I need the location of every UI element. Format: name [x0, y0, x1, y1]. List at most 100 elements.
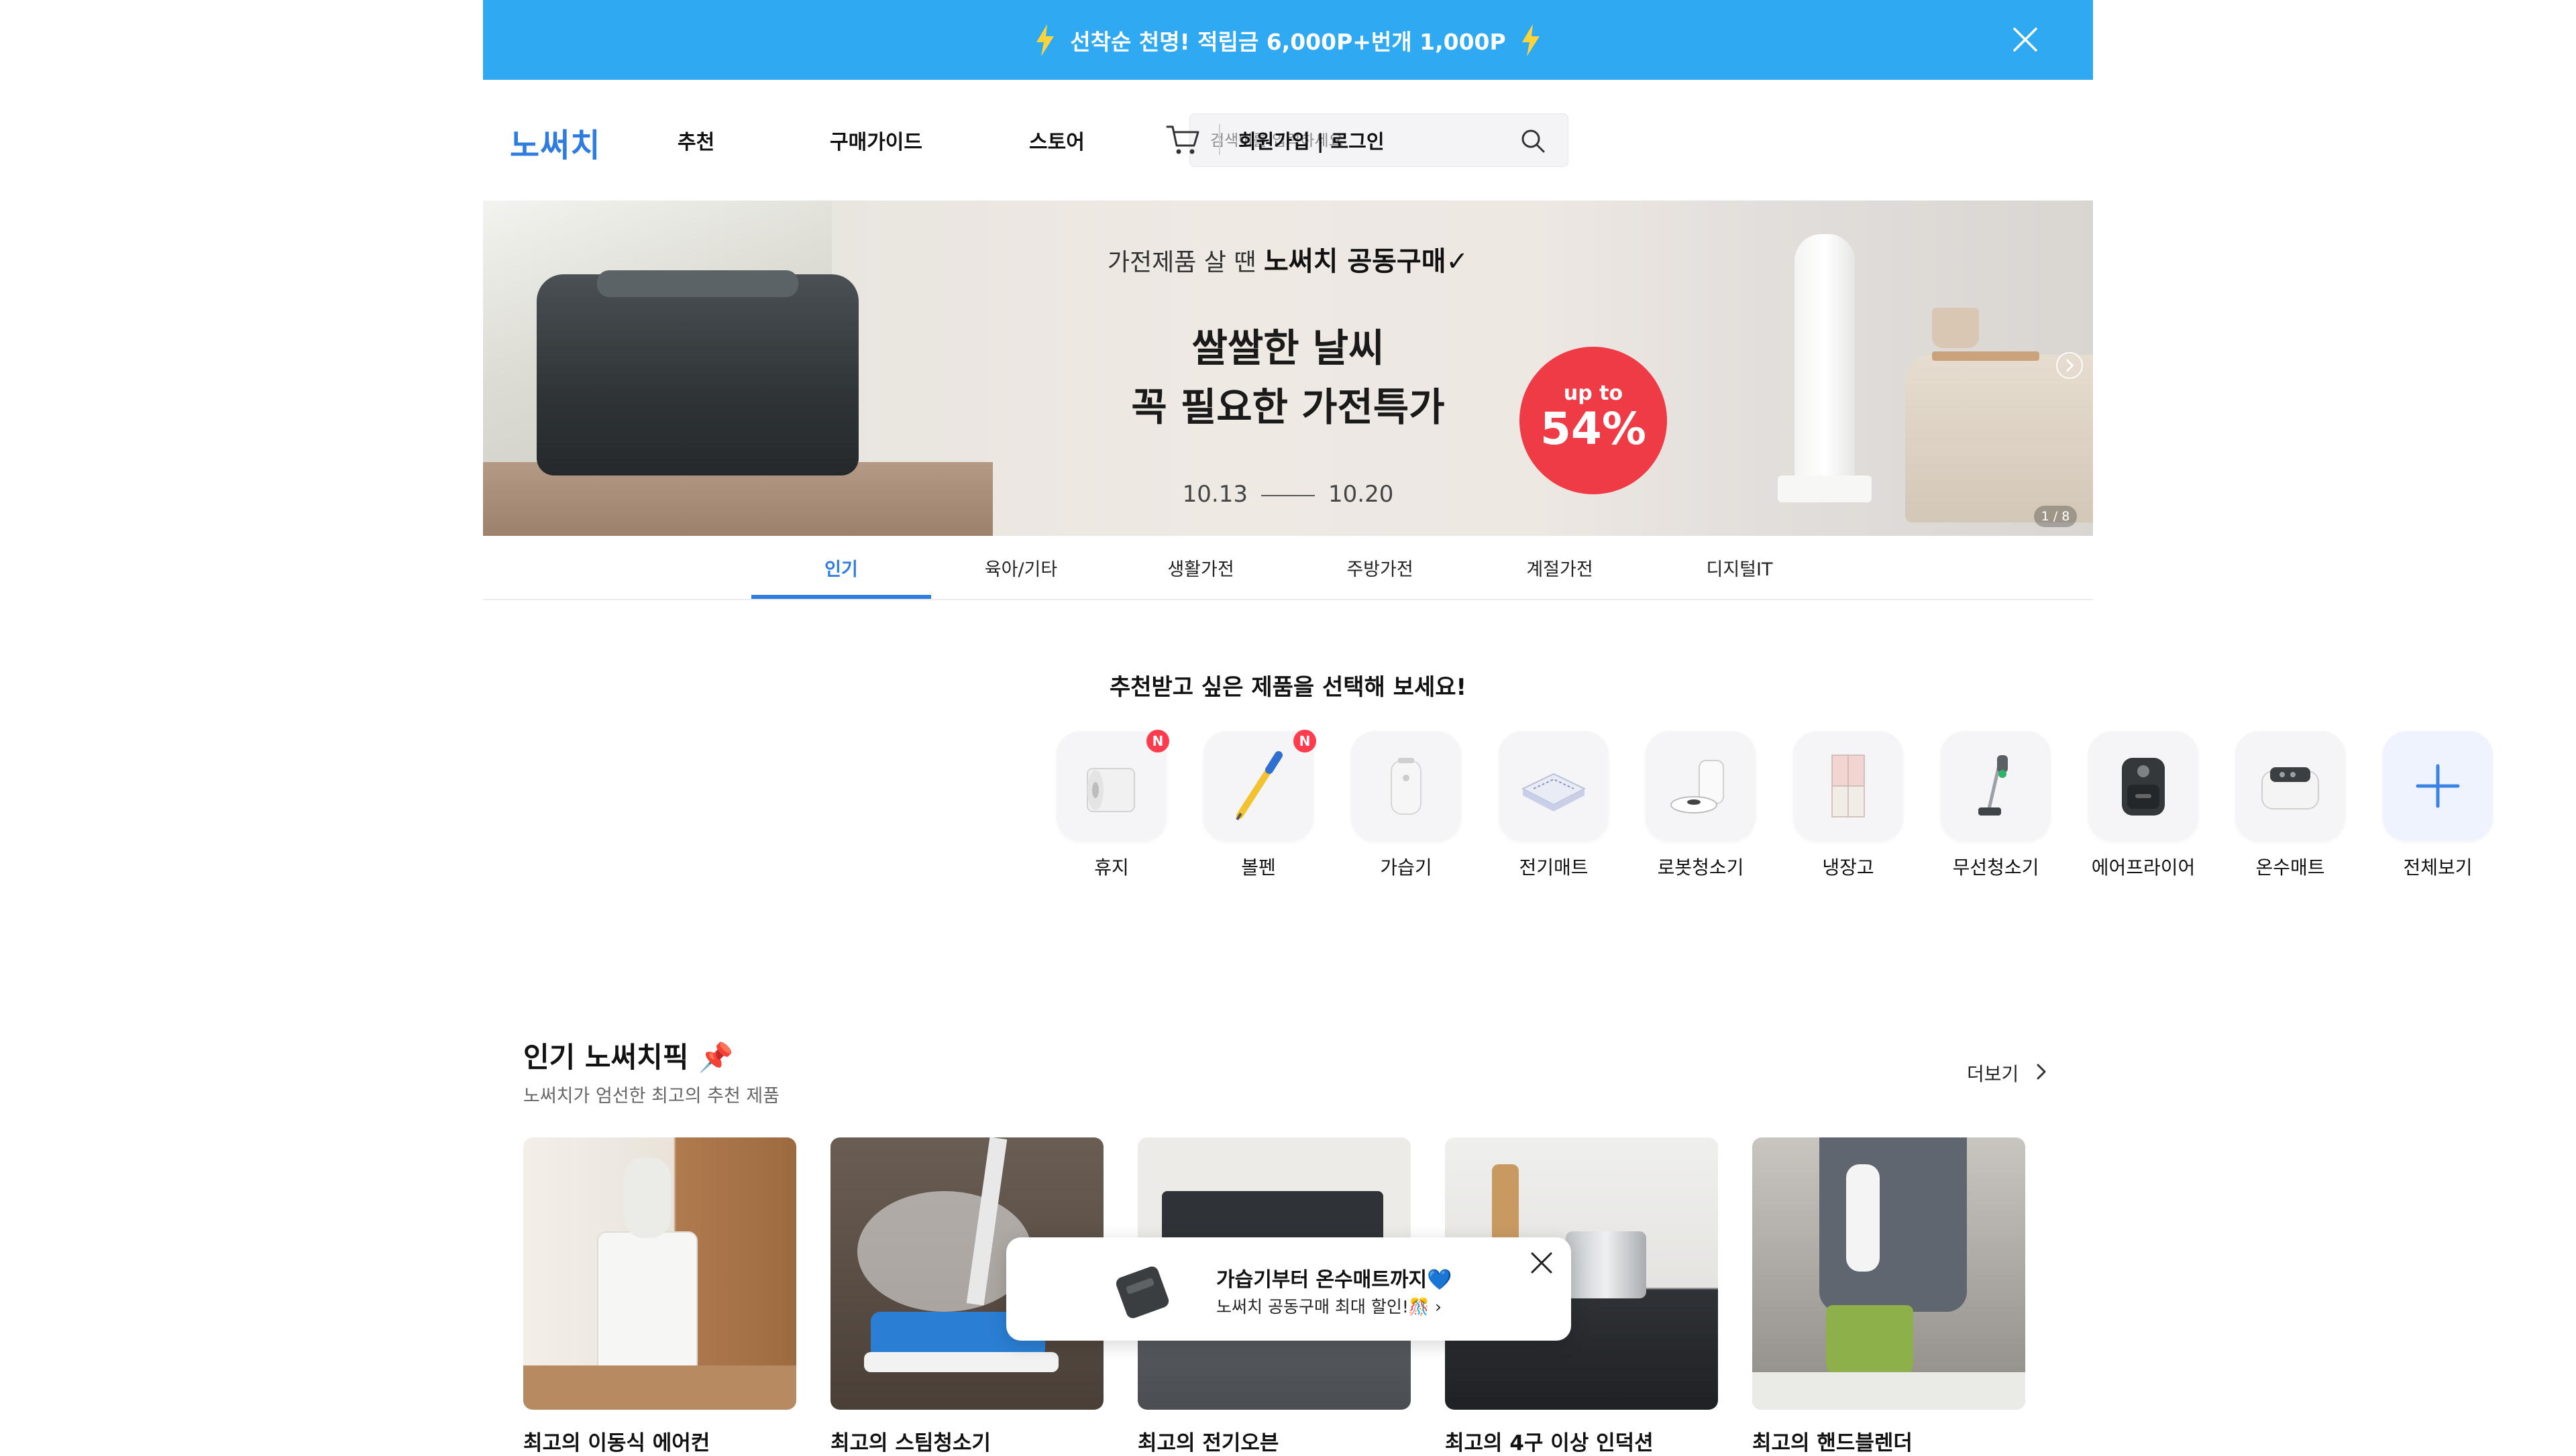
category-tabs: 인기 육아/기타 생활가전 주방가전 계절가전 디지털IT	[483, 536, 2093, 600]
tab-seasonal[interactable]: 계절가전	[1470, 555, 1650, 581]
product-card[interactable]: 최고의 이동식 에어컨	[523, 1137, 796, 1456]
hero-banner[interactable]: 가전제품 살 땐 노써치 공동구매✓ 쌀쌀한 날씨꼭 필요한 가전특가 up t…	[483, 201, 2093, 536]
nav-item-buying-guide[interactable]: 구매가이드	[830, 125, 922, 155]
header: 노써치 추천 구매가이드 스토어 회원가입 | 로그인	[483, 80, 2093, 201]
counter	[1752, 1372, 2025, 1410]
hero-date-end: 10.20	[1328, 481, 1394, 508]
page: 선착순 천명! 적립금 6,000P+번개 1,000P 노써치 추천 구매가이…	[483, 0, 2493, 1455]
category-refrigerator[interactable]: 냉장고	[1793, 731, 1903, 880]
category-cordless-vacuum[interactable]: 무선청소기	[1941, 731, 2051, 880]
product-card[interactable]: 최고의 핸드블렌더	[1752, 1137, 2025, 1456]
category-label: 로봇청소기	[1657, 856, 1744, 879]
category-air-fryer[interactable]: 에어프라이어	[2088, 731, 2198, 880]
header-divider	[1219, 124, 1220, 155]
category-tile: N	[1057, 730, 1169, 841]
carousel-next-icon[interactable]	[2056, 352, 2083, 379]
green-mixture	[1826, 1305, 1913, 1379]
nav-item-recommend[interactable]: 추천	[678, 125, 714, 155]
popup-title: 가습기부터 온수매트까지💙	[1216, 1268, 1452, 1292]
category-tissue[interactable]: N 휴지	[1057, 730, 1169, 880]
pen-icon	[1236, 751, 1283, 821]
tab-kitchen[interactable]: 주방가전	[1290, 555, 1470, 581]
product-image-hand-blender	[1752, 1137, 2025, 1410]
humidifier-icon	[1391, 758, 1421, 815]
category-view-all[interactable]: 전체보기	[2383, 731, 2493, 880]
more-link[interactable]: 더보기	[1967, 1060, 2019, 1086]
apron	[1819, 1137, 1967, 1312]
blender	[1846, 1164, 1880, 1272]
close-icon[interactable]	[2012, 27, 2038, 52]
tab-kids-etc[interactable]: 육아/기타	[931, 555, 1111, 581]
product-title: 최고의 이동식 에어컨	[523, 1431, 710, 1455]
discount-badge-value: 54%	[1540, 403, 1646, 455]
category-label: 전기매트	[1519, 856, 1589, 879]
category-tile	[2383, 731, 2493, 841]
nav-item-store[interactable]: 스토어	[1029, 125, 1085, 155]
hero-headline-line1: 쌀쌀한 날씨	[1191, 325, 1385, 371]
category-tile	[2088, 731, 2198, 841]
chevron-right-icon: ›	[1434, 1297, 1442, 1317]
category-tile	[1941, 731, 2051, 841]
logo[interactable]: 노써치	[510, 119, 600, 166]
plus-icon	[2416, 764, 2460, 808]
category-tile: N	[1203, 730, 1316, 841]
category-tile	[2235, 731, 2345, 841]
popular-subtitle: 노써치가 엄선한 최고의 추천 제품	[523, 1086, 780, 1107]
chevron-right-icon[interactable]	[2034, 1060, 2050, 1084]
tissue-icon	[1087, 768, 1135, 812]
category-tile	[1351, 731, 1461, 841]
category-tile	[1793, 731, 1903, 841]
category-humidifier[interactable]: 가습기	[1351, 731, 1461, 880]
search-icon[interactable]	[1519, 127, 1546, 154]
steam-cloud	[857, 1191, 1032, 1312]
popular-title: 인기 노써치픽 📌	[523, 1041, 734, 1074]
signup-login-link[interactable]: 회원가입 | 로그인	[1238, 126, 1385, 154]
tab-living[interactable]: 생활가전	[1111, 555, 1291, 581]
category-robot-vacuum[interactable]: 로봇청소기	[1646, 731, 1756, 880]
category-tile	[1499, 731, 1609, 841]
mop-pad	[864, 1352, 1059, 1372]
hero-subtitle-prefix: 가전제품 살 땐	[1107, 249, 1256, 276]
category-label: 에어프라이어	[2091, 856, 2196, 879]
category-water-mat[interactable]: 온수매트	[2235, 731, 2345, 880]
product-title: 최고의 전기오븐	[1138, 1431, 1279, 1455]
new-badge: N	[1293, 730, 1316, 752]
category-tile	[1646, 731, 1756, 841]
category-pen[interactable]: N 볼펜	[1203, 730, 1316, 880]
promo-banner[interactable]: 선착순 천명! 적립금 6,000P+번개 1,000P	[483, 0, 2093, 80]
tab-digital-it[interactable]: 디지털IT	[1650, 555, 1829, 581]
close-icon[interactable]	[1528, 1249, 1555, 1276]
lightning-icon	[1521, 23, 1540, 56]
cart-icon[interactable]	[1166, 123, 1201, 156]
cutting-board	[1492, 1164, 1519, 1245]
category-label: 볼펜	[1241, 856, 1276, 879]
product-title: 최고의 스팀청소기	[830, 1431, 991, 1455]
category-label: 온수매트	[2255, 856, 2325, 879]
category-label: 가습기	[1380, 856, 1432, 879]
product-image-portable-aircon	[523, 1137, 796, 1410]
category-label: 무선청소기	[1952, 856, 2039, 879]
product-title: 최고의 4구 이상 인덕션	[1445, 1431, 1654, 1455]
cordless-vacuum-icon	[1978, 755, 2008, 816]
discount-badge-label: up to	[1563, 382, 1623, 405]
hero-subtitle-brand: 노써치 공동구매✓	[1264, 246, 1469, 277]
hero-headline-line2: 꼭 필요한 가전특가	[1131, 384, 1445, 430]
robot-vacuum-icon	[1670, 760, 1724, 814]
lightning-icon	[1036, 23, 1055, 56]
popup-link[interactable]: 노써치 공동구매 최대 할인!🎊 ›	[1216, 1294, 1442, 1318]
category-label: 전체보기	[2403, 856, 2473, 879]
hero-subtitle: 가전제품 살 땐 노써치 공동구매✓	[483, 239, 2093, 278]
air-fryer-icon	[2122, 758, 2165, 816]
category-label: 휴지	[1094, 856, 1129, 879]
tab-popular[interactable]: 인기	[751, 555, 931, 581]
recommend-title: 추천받고 싶은 제품을 선택해 보세요!	[1109, 674, 1467, 701]
hero-date-start: 10.13	[1182, 481, 1248, 508]
date-dash	[1261, 494, 1315, 496]
tab-active-indicator	[751, 595, 931, 599]
carousel-counter: 1 / 8	[2034, 506, 2077, 527]
category-electric-mat[interactable]: 전기매트	[1499, 731, 1609, 880]
pot-image	[1566, 1231, 1646, 1298]
electric-mat-icon	[1521, 773, 1587, 811]
hero-dates: 10.13 10.20	[483, 481, 2093, 508]
promo-popup[interactable]: 가습기부터 온수매트까지💙 노써치 공동구매 최대 할인!🎊 ›	[1006, 1237, 1571, 1341]
